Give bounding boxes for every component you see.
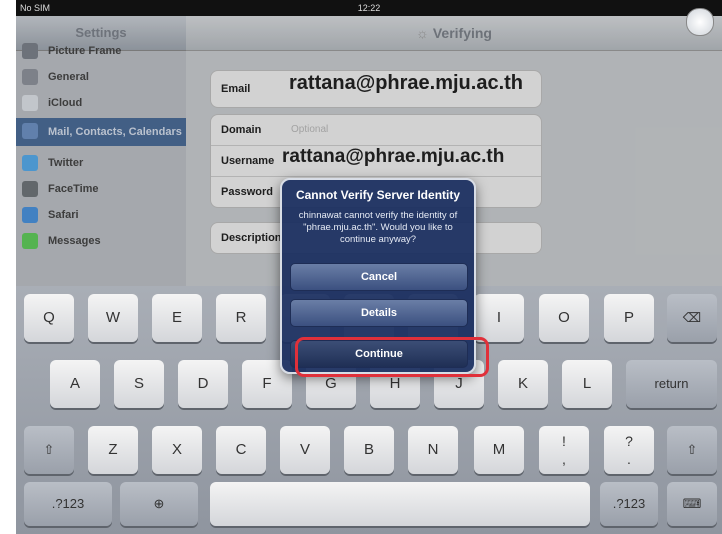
numbers-key-left[interactable]: .?123 [24,482,112,526]
shift-key-left[interactable]: ⇧ [24,426,74,474]
status-bar: No SIM 12:22 [16,0,722,16]
clock: 12:22 [357,3,381,13]
username-field[interactable]: rattana@phrae.mju.ac.th [282,146,504,168]
keyboard-dismiss-icon: ⌨ [682,496,702,511]
settings-sidebar: Settings Picture Frame General iCloud Ma… [16,16,186,306]
key-v[interactable]: V [280,426,330,474]
picture-frame-icon [22,43,38,59]
backspace-icon: ⌫ [682,310,702,325]
details-button[interactable]: Details [290,299,468,327]
return-key[interactable]: return [626,360,717,408]
alert-title: Cannot Verify Server Identity [295,188,461,202]
sidebar-item-label: Picture Frame [48,45,122,57]
sidebar-item-general[interactable]: General [16,64,186,90]
key-m[interactable]: M [474,426,524,474]
nav-bar: ☼ Verifying [186,16,722,51]
key-a[interactable]: A [50,360,100,408]
globe-key[interactable]: ⊕ [120,482,198,526]
key-k[interactable]: K [498,360,548,408]
key-bottom-char: . [627,451,631,467]
key-exclamation-comma[interactable]: ! , [539,426,589,474]
ipad-screen: No SIM 12:22 Settings Picture Frame Gene… [16,0,722,534]
shift-key-right[interactable]: ⇧ [667,426,717,474]
sidebar-item-label: General [48,71,89,83]
sidebar-item-mail[interactable]: Mail, Contacts, Calendars [16,118,186,146]
sidebar-item-label: Twitter [48,157,84,169]
twitter-bird-icon [22,155,38,171]
description-label: Description [221,232,282,244]
sidebar-item-safari[interactable]: Safari [16,202,186,228]
cloud-icon [22,95,38,111]
sidebar-item-label: iCloud [48,97,83,109]
key-b[interactable]: B [344,426,394,474]
sidebar-item-label: Safari [48,209,79,221]
username-label: Username [221,155,275,167]
key-top-char: ? [625,433,633,449]
sidebar-item-facetime[interactable]: FaceTime [16,176,186,202]
key-i[interactable]: I [474,294,524,342]
cancel-button[interactable]: Cancel [290,263,468,291]
sidebar-item-messages[interactable]: Messages [16,228,186,254]
key-bottom-char: , [562,451,566,467]
key-d[interactable]: D [178,360,228,408]
hide-keyboard-key[interactable]: ⌨ [667,482,717,526]
continue-button[interactable]: Continue [290,340,468,368]
key-n[interactable]: N [408,426,458,474]
key-z[interactable]: Z [88,426,138,474]
sidebar-item-icloud[interactable]: iCloud [16,90,186,116]
key-q[interactable]: Q [24,294,74,342]
spinner-icon: ☼ [416,25,429,41]
key-l[interactable]: L [562,360,612,408]
key-e[interactable]: E [152,294,202,342]
video-camera-icon [22,181,38,197]
server-identity-alert: Cannot Verify Server Identity chinnawat … [280,178,476,374]
sidebar-item-label: Messages [48,235,101,247]
sidebar-item-label: Mail, Contacts, Calendars [48,126,182,138]
key-o[interactable]: O [539,294,589,342]
email-label: Email [221,83,251,95]
alert-message: chinnawat cannot verify the identity of … [298,210,458,245]
backspace-key[interactable]: ⌫ [667,294,717,342]
page-title: Verifying [432,25,492,41]
globe-icon: ⊕ [153,496,165,511]
key-x[interactable]: X [152,426,202,474]
shift-icon: ⇧ [686,442,698,457]
sidebar-item-picture-frame[interactable]: Picture Frame [16,38,186,64]
key-c[interactable]: C [216,426,266,474]
mail-icon [22,123,38,139]
shift-icon: ⇧ [43,442,55,457]
compass-icon [22,207,38,223]
gear-icon [22,69,38,85]
space-key[interactable] [210,482,590,526]
numbers-key-right[interactable]: .?123 [600,482,658,526]
key-w[interactable]: W [88,294,138,342]
assistive-touch-icon[interactable] [686,8,714,36]
key-question-period[interactable]: ? . [604,426,654,474]
domain-label: Domain [221,124,262,136]
key-top-char: ! [562,433,566,449]
key-p[interactable]: P [604,294,654,342]
key-r[interactable]: R [216,294,266,342]
password-label: Password [221,186,273,198]
key-s[interactable]: S [114,360,164,408]
sidebar-item-label: FaceTime [48,183,99,195]
email-field[interactable]: rattana@phrae.mju.ac.th [289,72,523,95]
domain-row[interactable]: Domain Optional [211,115,541,146]
sidebar-item-twitter[interactable]: Twitter [16,150,186,176]
domain-field[interactable]: Optional [291,115,328,145]
speech-bubble-icon [22,233,38,249]
